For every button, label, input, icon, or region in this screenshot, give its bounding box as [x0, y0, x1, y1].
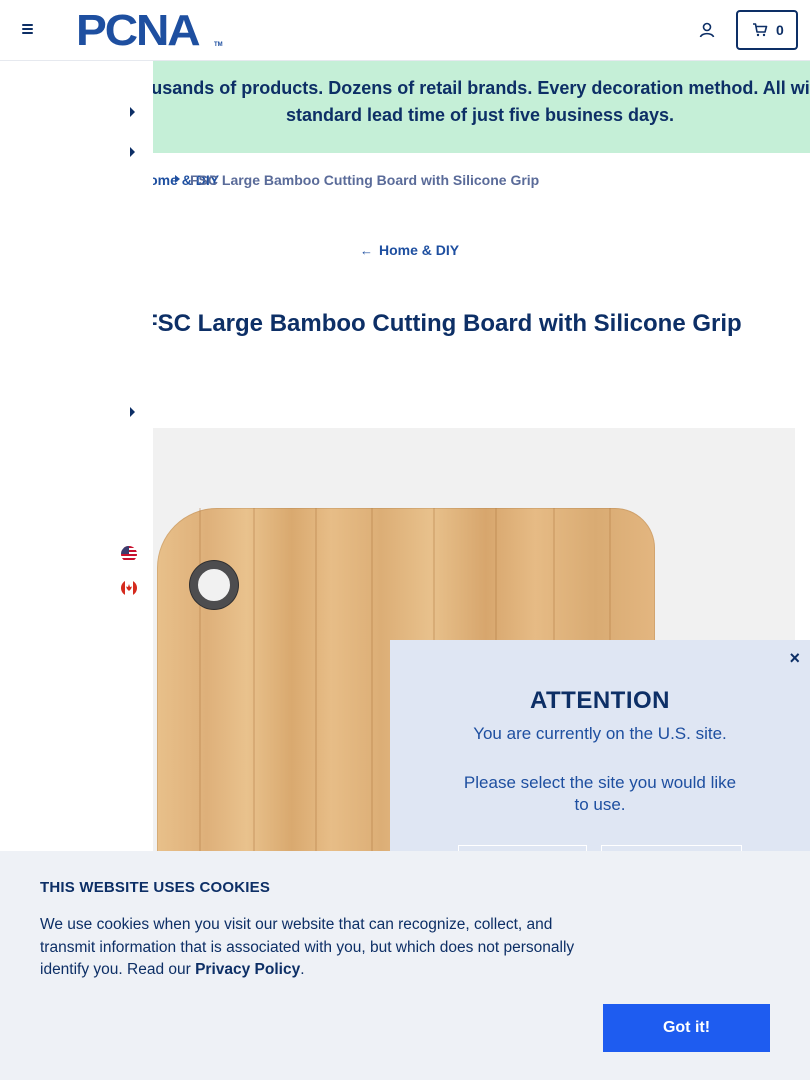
caret-right-icon[interactable]: [130, 407, 135, 417]
breadcrumb: Home & DIY FSC Large Bamboo Cutting Boar…: [153, 170, 810, 190]
product-title-container: FSC Large Bamboo Cutting Board with Sili…: [153, 308, 810, 344]
logo-trademark: TM: [214, 42, 223, 48]
accept-cookies-button[interactable]: Got it!: [603, 1004, 770, 1052]
cart-button[interactable]: 0: [736, 10, 798, 50]
logo-text: PCNA: [76, 6, 201, 55]
caret-right-icon[interactable]: [130, 107, 135, 117]
cart-count: 0: [776, 22, 784, 38]
cookie-banner: THIS WEBSITE USES COOKIES We use cookies…: [0, 851, 810, 1080]
attention-current-site: You are currently on the U.S. site.: [473, 724, 727, 743]
us-flag-icon[interactable]: [121, 546, 137, 562]
promo-banner: Thousands of products. Dozens of retail …: [153, 61, 810, 153]
pcna-logo[interactable]: PCNA TM: [76, 6, 226, 55]
canada-flag-icon[interactable]: [121, 580, 137, 596]
silicone-grip-ring: [190, 561, 238, 609]
breadcrumb-separator-icon: [175, 175, 180, 183]
privacy-policy-link[interactable]: Privacy Policy: [195, 961, 300, 978]
hamburger-icon: [22, 24, 33, 26]
user-icon[interactable]: [698, 21, 716, 39]
product-title: FSC Large Bamboo Cutting Board with Sili…: [153, 310, 742, 337]
cart-icon: [753, 23, 768, 37]
back-link[interactable]: ← Home & DIY: [360, 242, 459, 258]
close-icon[interactable]: ×: [789, 648, 800, 669]
attention-prompt: Please select the site you would like to…: [463, 773, 737, 814]
attention-title: ATTENTION: [529, 687, 671, 714]
back-link-label: Home & DIY: [379, 242, 460, 258]
caret-right-icon[interactable]: [130, 147, 135, 157]
menu-button[interactable]: [18, 20, 40, 40]
arrow-left-icon: ←: [360, 243, 373, 258]
side-menu: [0, 61, 153, 851]
cookie-text: We use cookies when you visit our websit…: [40, 916, 575, 978]
breadcrumb-current: FSC Large Bamboo Cutting Board with Sili…: [190, 172, 540, 188]
cookie-title: THIS WEBSITE USES COOKIES: [40, 879, 271, 896]
banner-text: Thousands of products. Dozens of retail …: [153, 78, 810, 125]
site-header: PCNA TM 0: [0, 0, 810, 61]
